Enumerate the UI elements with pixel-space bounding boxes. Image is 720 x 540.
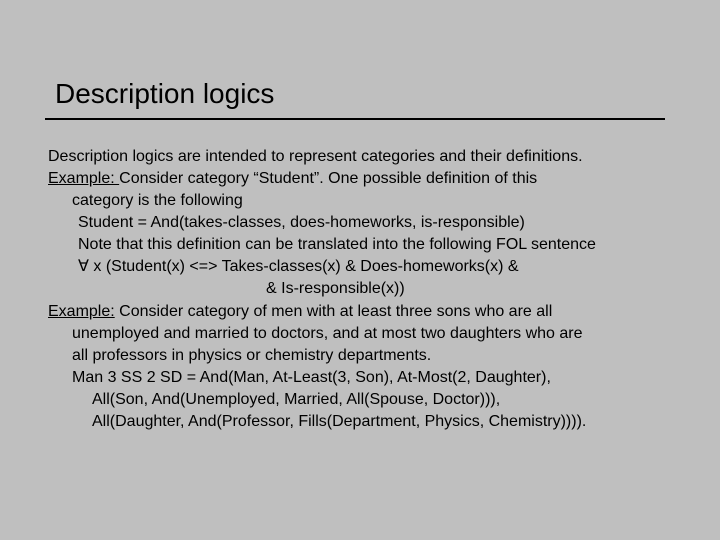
line-e2-6: All(Daughter, And(Professor, Fills(Depar… [48, 411, 678, 433]
line-e1-6: & Is-responsible(x)) [48, 278, 678, 300]
line-e1-4: Note that this definition can be transla… [48, 234, 678, 256]
example2-text: Consider category of men with at least t… [115, 303, 553, 320]
line-example1: Example: Consider category “Student”. On… [48, 168, 678, 190]
line-e2-5: All(Son, And(Unemployed, Married, All(Sp… [48, 389, 678, 411]
line-e2-2: unemployed and married to doctors, and a… [48, 323, 678, 345]
example2-label: Example: [48, 303, 115, 320]
slide-title: Description logics [55, 78, 274, 110]
slide-body: Description logics are intended to repre… [48, 146, 678, 433]
title-underline [45, 118, 665, 120]
line-e2-4: Man 3 SS 2 SD = And(Man, At-Least(3, Son… [48, 367, 678, 389]
line-e1-5: ∀ x (Student(x) <=> Takes-classes(x) & D… [48, 256, 678, 278]
slide: { "title": "Description logics", "lines"… [0, 0, 720, 540]
line-e2-3: all professors in physics or chemistry d… [48, 345, 678, 367]
line-example2: Example: Consider category of men with a… [48, 301, 678, 323]
line-e1-3: Student = And(takes-classes, does-homewo… [48, 212, 678, 234]
example1-label: Example: [48, 170, 119, 187]
line-intro: Description logics are intended to repre… [48, 146, 678, 168]
example1-text: Consider category “Student”. One possibl… [119, 170, 537, 187]
line-e1-2: category is the following [48, 190, 678, 212]
